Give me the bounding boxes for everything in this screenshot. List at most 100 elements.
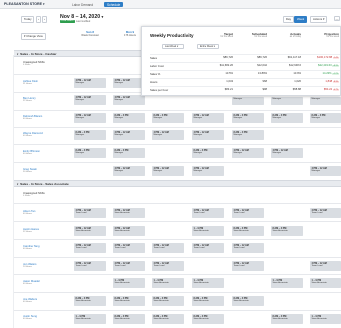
change-view-button[interactable]: ▾ Change View: [21, 33, 46, 41]
shift-block[interactable]: 4 PM – 12 AM Team Lead: [74, 243, 106, 253]
shift-block[interactable]: 4 PM – 12 AM Manager: [192, 113, 224, 123]
shift-role: Team Lead: [311, 212, 323, 214]
shift-block[interactable]: 4 PM – 12 AM Store Associate: [113, 226, 145, 236]
row-divider: [14, 257, 341, 258]
shift-block[interactable]: 8 AM – 4 PM Manager: [74, 148, 106, 158]
shift-block[interactable]: 8 AM – 4 PM Store Associate: [271, 226, 303, 236]
shift-block[interactable]: 8 AM – 4 PM Store Associate: [152, 296, 184, 306]
shift-block[interactable]: 1 – 9 PM Store Associate: [192, 226, 224, 236]
shift-block[interactable]: Manager: [232, 97, 264, 105]
shift-block[interactable]: 4 PM – 12 AM Manager: [192, 130, 224, 140]
more-options-icon[interactable]: ⋯: [334, 16, 340, 21]
metric-divider: [150, 70, 340, 71]
shift-block[interactable]: 8 AM – 4 PM Manager: [113, 113, 145, 123]
shift-block[interactable]: 8 AM – 4 PM Manager: [74, 130, 106, 140]
shift-block[interactable]: 8 AM – 4 PM Store Associate: [192, 296, 224, 306]
actions-button[interactable]: Actions ▾: [310, 16, 328, 24]
shift-block[interactable]: 4 PM – 12 AM Manager: [113, 166, 145, 176]
row-employee[interactable]: Joe Walters 40 Hours: [23, 298, 37, 304]
row-employee[interactable]: Caroline Tang 40 Hours: [23, 245, 40, 251]
row-employee[interactable]: Ben Henry 32 Hours: [23, 97, 36, 103]
shift-block[interactable]: 4 PM – 12 AM Manager: [74, 78, 106, 88]
day-view-button[interactable]: Day: [283, 16, 294, 24]
row-employee[interactable]: Justin Sung 40 Hours: [23, 315, 37, 321]
shift-block[interactable]: Manager: [271, 97, 303, 105]
shift-block[interactable]: 4 PM – 12 AM Team Lead: [113, 261, 145, 271]
shift-block[interactable]: 4 PM – 12 AM Team Lead: [113, 243, 145, 253]
row-divider: [14, 203, 341, 204]
shift-block[interactable]: 4 PM – 12 AM Manager: [74, 113, 106, 123]
shift-block[interactable]: 4 PM – 12 AM Team Lead: [232, 243, 264, 253]
shift-block[interactable]: 4 PM – 12 AM Team Lead: [310, 208, 341, 218]
store-selector[interactable]: PLEASANTON STORE ▾: [4, 2, 45, 7]
shift-block[interactable]: 1 – 9 PM Store Associate: [113, 278, 145, 288]
shift-block[interactable]: 1 – 9 PM Store Associate: [310, 278, 341, 288]
shift-block[interactable]: 8 AM – 4 PM Store Associate: [113, 296, 145, 306]
shift-block[interactable]: 4 PM – 12 AM Manager: [113, 95, 145, 105]
tab-schedule[interactable]: Schedule: [104, 2, 124, 7]
row-employee[interactable]: Ashlee Klein 31 Hours: [23, 80, 38, 86]
shift-block[interactable]: 4 PM – 12 AM Manager: [152, 166, 184, 176]
shift-block[interactable]: 8 AM – 4 PM Manager: [192, 148, 224, 158]
row-employee[interactable]: Greg Swain 30 Hours: [23, 168, 37, 174]
shift-block[interactable]: Manager: [310, 97, 341, 105]
shift-block[interactable]: 1 – 9 PM Store Associate: [152, 278, 184, 288]
period-select[interactable]: Last Week ▾: [162, 44, 184, 49]
shift-block[interactable]: 4 PM – 12 AM Team Lead: [232, 261, 264, 271]
shift-block[interactable]: 4 PM – 12 AM Manager: [74, 95, 106, 105]
range-select[interactable]: Entire Week ▾: [197, 44, 219, 49]
shift-block[interactable]: 4 PM – 12 AM Store Associate: [113, 208, 145, 218]
shift-block[interactable]: 4 PM – 12 AM Manager: [152, 130, 184, 140]
row-employee[interactable]: Jen Waters 24 Hours: [23, 263, 37, 269]
section-header-sales-associate[interactable]: ▾ Sales - In Store - Sales Associate: [14, 180, 341, 187]
shift-block[interactable]: 8 AM – 4 PM Manager: [152, 113, 184, 123]
shift-block[interactable]: 4 PM – 12 AM Store Associate: [74, 226, 106, 236]
next-week-button[interactable]: ›: [42, 16, 47, 24]
shift-block[interactable]: 4 PM – 12 AM Team Lead: [192, 208, 224, 218]
shift-block[interactable]: 8 AM – 4 PM Store Associate: [74, 296, 106, 306]
shift-block[interactable]: 4 PM – 12 AM Team Lead: [152, 243, 184, 253]
shift-block[interactable]: 1 – 9 PM Store Associate: [271, 278, 303, 288]
shift-block[interactable]: 1 – 9 PM Store Associate: [310, 314, 341, 324]
shift-role: Manager: [153, 134, 163, 136]
row-employee[interactable]: Austin Hanes 32 Hours: [23, 228, 39, 234]
shift-role: Store Associate: [193, 230, 209, 232]
shift-block[interactable]: 8 AM – 4 PM Store Associate: [192, 314, 224, 324]
shift-block[interactable]: 1 – 9 PM Store Associate: [192, 278, 224, 288]
shift-block[interactable]: 8 AM – 4 PM Store Associate: [232, 226, 264, 236]
shift-block[interactable]: 8 AM – 4 PM Manager: [232, 113, 264, 123]
shift-block[interactable]: 8 AM – 4 PM Store Associate: [113, 314, 145, 324]
shift-role: Manager: [114, 99, 124, 101]
row-employee[interactable]: Wayne Diamond 40 Hours: [23, 132, 43, 138]
shift-block[interactable]: 8 AM – 4 PM Store Associate: [232, 296, 264, 306]
row-employee[interactable]: Jason Muadel 40 Hours: [23, 280, 40, 286]
shift-block[interactable]: 4 PM – 12 AM Manager: [113, 130, 145, 140]
shift-block[interactable]: 8 AM – 4 PM Manager: [113, 148, 145, 158]
today-button[interactable]: Today: [21, 16, 35, 24]
week-view-button[interactable]: Week: [294, 16, 308, 24]
shift-block[interactable]: 4 PM – 12 AM Team Lead: [192, 243, 224, 253]
shift-block[interactable]: 4 PM – 12 AM Team Lead: [74, 261, 106, 271]
prev-week-button[interactable]: ‹: [36, 16, 41, 24]
tab-labor-demand[interactable]: Labor Demand: [72, 3, 93, 7]
shift-block[interactable]: 8 AM – 4 PM Store Associate: [152, 314, 184, 324]
shift-block[interactable]: 4 PM – 12 AM Manager: [271, 148, 303, 158]
shift-role: Store Associate: [311, 318, 327, 320]
row-employee[interactable]: Deborah Blanco 40 Hours: [23, 115, 42, 121]
shift-block[interactable]: 8 AM – 4 PM Manager: [271, 113, 303, 123]
shift-role: Team Lead: [114, 265, 126, 267]
shift-block[interactable]: 8 AM – 4 PM Manager: [310, 113, 341, 123]
shift-block[interactable]: 8 AM – 4 PM Store Associate: [271, 314, 303, 324]
shift-block[interactable]: 4 PM – 12 AM Manager: [232, 148, 264, 158]
shift-block[interactable]: 4 PM – 12 AM Team Lead: [152, 261, 184, 271]
shift-role: Store Associate: [114, 318, 130, 320]
shift-block[interactable]: 4 PM – 12 AM Manager: [310, 166, 341, 176]
shift-block[interactable]: 8 AM – 4 PM Manager: [232, 130, 264, 140]
row-employee[interactable]: Emily Bhinson 40 Hours: [23, 150, 40, 156]
shift-block[interactable]: 4 PM – 12 AM Team Lead: [74, 208, 106, 218]
row-employee[interactable]: Alison Tan 40 Hours: [23, 210, 35, 216]
shift-block[interactable]: 4 PM – 12 AM Team Lead: [232, 208, 264, 218]
shift-block[interactable]: 4 PM – 12 AM Manager: [192, 166, 224, 176]
shift-block[interactable]: 1 – 9 PM Store Associate: [74, 314, 106, 324]
shift-block[interactable]: 4 PM – 12 AM Team Lead: [310, 261, 341, 271]
